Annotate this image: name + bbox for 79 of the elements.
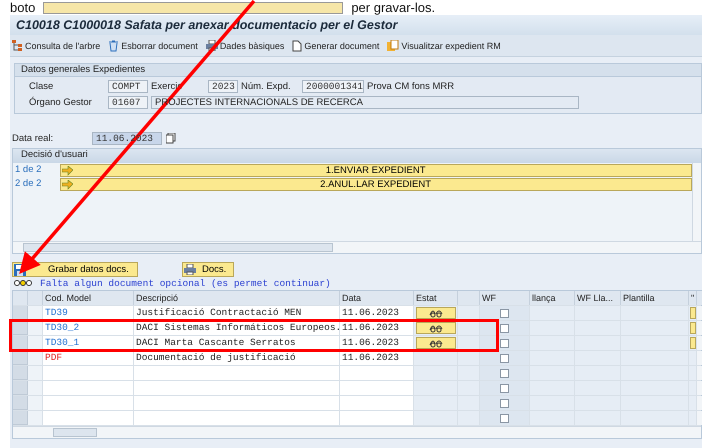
row-selector[interactable] — [13, 306, 28, 320]
status-button[interactable] — [416, 337, 456, 349]
column-header[interactable]: Estat — [414, 291, 458, 305]
arrow-icon — [62, 180, 73, 190]
date-text: 11.06.2023 — [341, 337, 400, 349]
toolbar-button[interactable]: Generar document — [292, 40, 380, 52]
date-text: 11.06.2023 — [341, 352, 400, 364]
field-label: Núm. Expd. — [241, 80, 292, 92]
checkbox[interactable] — [500, 324, 509, 332]
input-field[interactable]: 2023 — [208, 80, 238, 92]
row-selector[interactable] — [13, 351, 28, 365]
toolbar-button[interactable]: Dades bàsiques — [206, 40, 284, 51]
calendar-icon[interactable] — [166, 132, 176, 144]
description-text: Justificació Contractació MEN — [135, 307, 302, 319]
checkbox[interactable] — [500, 414, 509, 422]
scrollbar-thumb[interactable] — [53, 428, 97, 437]
row-index: 2 de 2 — [14, 177, 42, 191]
date-text: 11.06.2023 — [341, 322, 400, 334]
folder-icon — [387, 40, 400, 52]
scrollbar-thumb[interactable] — [23, 243, 333, 252]
description-text: Documentació de justificació — [135, 352, 296, 364]
caption-text: per gravar-los. — [351, 0, 436, 15]
model-code[interactable]: TD30_2 — [43, 322, 80, 334]
column-header[interactable]: Cod. Model — [43, 291, 134, 305]
input-field[interactable]: 01607 — [108, 96, 148, 108]
field-label: Clase — [29, 80, 54, 92]
date-text: 11.06.2023 — [341, 307, 400, 319]
column-header[interactable]: Descripció — [134, 291, 340, 305]
arrow-icon — [62, 166, 73, 176]
save-button[interactable]: Grabar datos docs. — [12, 262, 138, 277]
checkbox[interactable] — [500, 384, 509, 392]
decision-button[interactable]: 2.ANUL.LAR EXPEDIENT — [60, 178, 692, 191]
horizontal-scrollbar[interactable] — [13, 426, 701, 438]
glasses-icon — [428, 308, 442, 318]
glasses-icon — [428, 324, 442, 332]
description-text: DACI Sistemas Informáticos Europeos. — [135, 322, 342, 334]
tree-icon — [12, 40, 23, 51]
row-selector[interactable] — [13, 321, 28, 335]
horizontal-scrollbar[interactable] — [13, 241, 701, 253]
column-header[interactable]: WF Lla... — [575, 291, 621, 305]
caption-text: boto — [10, 0, 36, 15]
checkbox[interactable] — [500, 354, 509, 362]
vertical-scrollbar[interactable] — [692, 163, 701, 241]
glasses-icon — [428, 338, 442, 348]
model-code[interactable]: TD39 — [43, 307, 68, 319]
column-header[interactable]: llança — [530, 291, 575, 305]
input-field[interactable]: COMPT — [108, 80, 148, 92]
column-header[interactable]: " — [689, 291, 697, 305]
column-header[interactable]: Plantilla — [621, 291, 689, 305]
toolbar-button[interactable]: Consulta de l'arbre — [12, 40, 100, 51]
row-index: 1 de 2 — [14, 163, 42, 177]
decision-button[interactable]: 1.ENVIAR EXPEDIENT — [60, 164, 692, 177]
toolbar-button[interactable]: Visualitzar expedient RM — [387, 40, 501, 52]
toolbar-button[interactable]: Esborrar document — [108, 40, 198, 52]
description-text: DACI Marta Cascante Serratos — [135, 337, 296, 349]
field-text: Prova CM fons MRR — [367, 80, 454, 92]
field-label: Órgano Gestor — [29, 96, 93, 108]
field-label: Data real: — [12, 132, 54, 144]
panel-title: Decisió d'usuari — [13, 149, 701, 163]
checkbox[interactable] — [500, 368, 509, 378]
model-code[interactable]: PDF — [43, 352, 62, 364]
column-header[interactable]: Data — [340, 291, 414, 305]
group-title: Datos generales Expedientes — [15, 64, 701, 77]
column-header[interactable]: WF — [480, 291, 530, 305]
document-icon — [292, 40, 302, 52]
row-selector[interactable] — [13, 336, 28, 350]
input-field[interactable]: 2000001341 — [302, 80, 364, 92]
checkbox[interactable] — [500, 308, 509, 318]
checkbox[interactable] — [500, 338, 509, 348]
printer-icon — [206, 40, 218, 51]
traffic-light-icon — [14, 279, 32, 287]
printer-icon — [184, 264, 196, 275]
model-code[interactable]: TD30_1 — [43, 337, 80, 349]
trash-icon — [108, 40, 120, 52]
status-button[interactable] — [416, 307, 456, 319]
status-message: Falta algun document opcional (es permet continuar) — [40, 278, 331, 288]
checkbox[interactable] — [500, 398, 509, 408]
status-button[interactable] — [416, 322, 456, 334]
docs-button[interactable]: Docs. — [182, 262, 234, 277]
